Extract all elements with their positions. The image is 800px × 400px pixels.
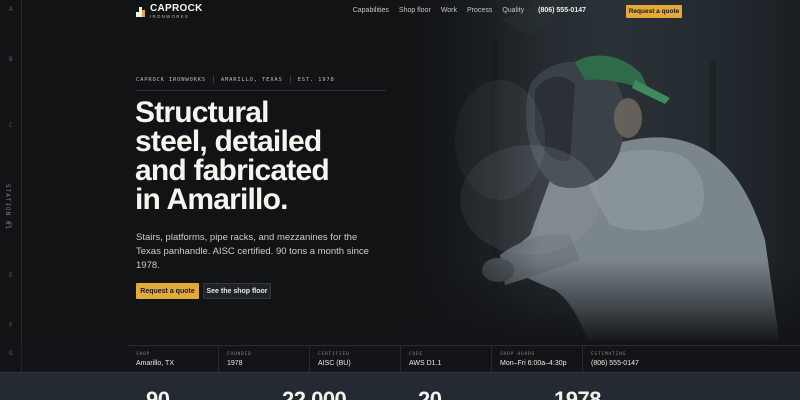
rail-mark: E	[9, 272, 13, 279]
nav-request-quote-button[interactable]: Request a quote	[626, 5, 682, 18]
rail-mark: C	[9, 122, 13, 129]
caprock-logo-icon	[136, 6, 146, 17]
hero-lede: Stairs, platforms, pipe racks, and mezza…	[136, 232, 369, 271]
eyebrow-divider	[289, 76, 291, 83]
left-rail: A B C D E F G H STATION 01	[0, 0, 22, 400]
stat-value: 1978	[554, 387, 601, 400]
photo-gradient-bottom	[0, 260, 800, 345]
hero-headline: Structural steel, detailed and fabricate…	[135, 96, 375, 216]
fact-certified: CERTIFIED AISC (BU)	[310, 346, 401, 372]
fact-label: CODE	[409, 352, 424, 357]
stat-value: 90	[146, 387, 170, 400]
fact-value: Amarillo, TX	[136, 360, 174, 367]
top-nav: CAPROCK IRONWORKS Capabilities Shop floo…	[0, 0, 800, 24]
fact-shop: SHOP Amarillo, TX	[128, 346, 219, 372]
facts-strip: SHOP Amarillo, TX FOUNDED 1978 CERTIFIED…	[128, 345, 800, 372]
fact-label: CERTIFIED	[318, 352, 350, 357]
headline-line: Structural	[135, 96, 270, 129]
see-shop-floor-button[interactable]: See the shop floor	[203, 283, 271, 299]
nav-link-shop-floor[interactable]: Shop floor	[399, 7, 431, 14]
eyebrow-established: EST. 1978	[297, 76, 335, 83]
eyebrow-location: AMARILLO, TEXAS	[220, 76, 283, 83]
nav-link-process[interactable]: Process	[467, 7, 492, 14]
eyebrow-company: CAPROCK IRONWORKS	[136, 76, 206, 83]
nav-link-quality[interactable]: Quality	[502, 7, 524, 14]
nav-phone-link[interactable]: (806) 555-0147	[538, 7, 586, 14]
stats-band: 90 22,000 20 1978	[0, 372, 800, 400]
hero-section	[0, 0, 800, 345]
nav-links: Capabilities Shop floor Work Process Qua…	[353, 7, 600, 14]
stat-value: 20	[418, 387, 442, 400]
hero-request-quote-button[interactable]: Request a quote	[136, 283, 199, 299]
fact-label: ESTIMATING	[591, 352, 627, 357]
rail-mark: F	[9, 322, 13, 329]
fact-label: SHOP HOURS	[500, 352, 536, 357]
brand-name: CAPROCK	[150, 3, 203, 14]
fact-estimating: ESTIMATING (806) 555-0147	[583, 346, 674, 372]
nav-link-capabilities[interactable]: Capabilities	[353, 7, 389, 14]
brand-tagline: IRONWORKS	[150, 14, 190, 19]
fact-value: Mon–Fri 6:00a–4:30p	[500, 360, 567, 367]
fact-value[interactable]: (806) 555-0147	[591, 360, 674, 367]
eyebrow-divider	[212, 76, 214, 83]
fact-value: AISC (BU)	[318, 360, 351, 367]
brand-logo[interactable]: CAPROCK IRONWORKS	[136, 4, 203, 20]
headline-line: and fabricated	[135, 154, 330, 187]
stat-value: 22,000	[282, 387, 347, 400]
fact-value: AWS D1.1	[409, 360, 442, 367]
fact-shop-hours: SHOP HOURS Mon–Fri 6:00a–4:30p	[492, 346, 583, 372]
fact-code: CODE AWS D1.1	[401, 346, 492, 372]
headline-line: in Amarillo.	[135, 183, 288, 216]
fact-label: SHOP	[136, 352, 151, 357]
headline-line: steel, detailed	[135, 125, 322, 158]
rail-mark: G	[9, 350, 13, 357]
nav-link-work[interactable]: Work	[441, 7, 457, 14]
hero-eyebrow: CAPROCK IRONWORKS AMARILLO, TEXAS EST. 1…	[136, 76, 386, 91]
rail-mark: B	[9, 56, 13, 63]
fact-label: FOUNDED	[227, 352, 252, 357]
fact-founded: FOUNDED 1978	[219, 346, 310, 372]
fact-value: 1978	[227, 360, 243, 367]
rail-station-label: STATION 01	[4, 184, 11, 231]
